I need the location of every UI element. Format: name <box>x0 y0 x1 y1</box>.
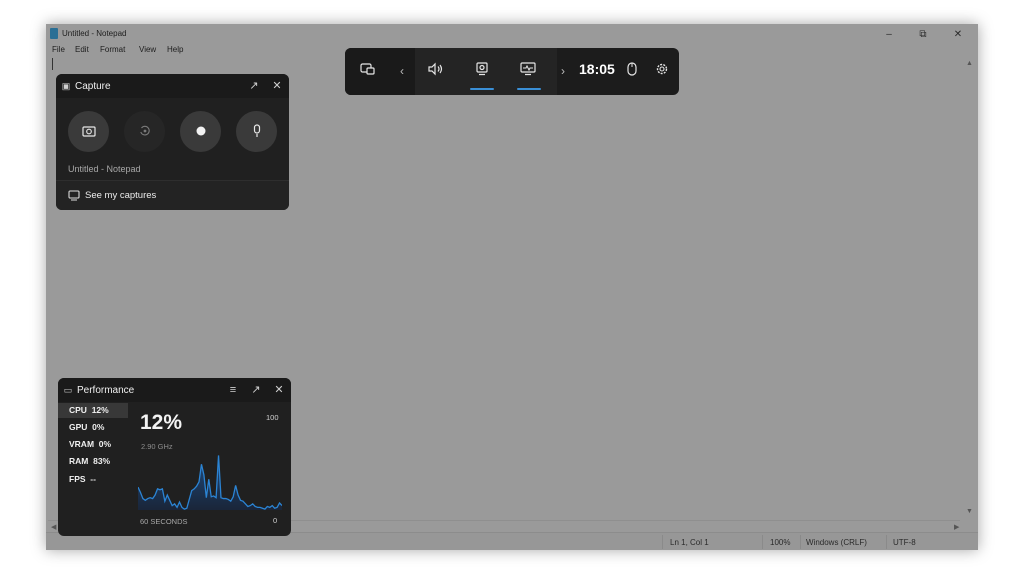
chevron-right-icon[interactable]: › <box>552 62 574 80</box>
menu-edit[interactable]: Edit <box>75 45 89 54</box>
metric-value: -- <box>90 474 96 484</box>
metric-ram[interactable]: RAM 83% <box>58 454 128 469</box>
record-last-30s-button[interactable] <box>124 111 165 152</box>
graph-axis-min: 0 <box>273 516 278 525</box>
line-endings: Windows (CRLF) <box>806 538 867 547</box>
cpu-usage-area <box>138 455 282 510</box>
chevron-left-icon[interactable]: ‹ <box>391 62 413 80</box>
vertical-scrollbar[interactable]: ▲ ▼ <box>962 58 976 520</box>
game-bar-clock: 18:05 <box>579 61 615 77</box>
menu-view[interactable]: View <box>139 45 156 54</box>
cursor-position: Ln 1, Col 1 <box>670 538 709 547</box>
capture-icon[interactable] <box>471 62 493 80</box>
options-icon[interactable]: ≡ <box>226 383 240 397</box>
see-my-captures-label: See my captures <box>85 190 157 201</box>
menu-format[interactable]: Format <box>100 45 125 54</box>
microphone-button[interactable] <box>236 111 277 152</box>
scroll-right-arrow-icon[interactable]: ▶ <box>954 523 959 531</box>
metric-label: RAM <box>69 456 89 466</box>
performance-icon[interactable] <box>517 62 539 80</box>
scroll-left-arrow-icon[interactable]: ◀ <box>51 523 56 531</box>
capture-source-label: Untitled - Notepad <box>68 164 141 174</box>
zoom-level: 100% <box>770 538 791 547</box>
widget-menu-icon[interactable] <box>357 62 379 80</box>
metric-label: GPU <box>69 422 88 432</box>
metric-fps[interactable]: FPS -- <box>58 472 128 487</box>
gallery-icon <box>68 190 80 204</box>
performance-header: ▭ Performance ≡ ↗ ✕ <box>58 378 291 402</box>
scroll-up-arrow-icon[interactable]: ▲ <box>966 60 973 67</box>
see-my-captures-link[interactable]: See my captures <box>56 180 289 210</box>
metric-value: 0% <box>98 439 112 449</box>
metric-value: 83% <box>93 456 111 466</box>
encoding: UTF-8 <box>893 538 916 547</box>
status-divider <box>762 535 763 549</box>
pin-icon[interactable]: ↗ <box>249 383 263 397</box>
capture-title: Capture <box>75 81 111 92</box>
capture-widget-icon: ▣ <box>61 81 71 91</box>
close-button[interactable]: ✕ <box>941 26 975 44</box>
metric-label: CPU <box>69 405 87 415</box>
text-caret <box>52 58 53 70</box>
performance-active-indicator <box>517 88 541 90</box>
metric-value: 0% <box>92 422 105 432</box>
capture-header: ▣ Capture ↗ ✕ <box>56 74 289 98</box>
close-icon[interactable]: ✕ <box>270 79 284 93</box>
graph-axis-max: 100 <box>266 413 279 422</box>
audio-icon[interactable] <box>425 62 447 80</box>
status-divider <box>886 535 887 549</box>
performance-widget-icon: ▭ <box>63 385 73 395</box>
metric-label: VRAM <box>69 439 95 449</box>
metric-cpu[interactable]: CPU 12% <box>58 403 128 418</box>
close-icon[interactable]: ✕ <box>272 383 286 397</box>
cpu-usage-graph <box>138 455 282 510</box>
menu-file[interactable]: File <box>52 45 65 54</box>
mouse-icon[interactable] <box>621 62 643 80</box>
menu-help[interactable]: Help <box>167 45 183 54</box>
capture-widget: ▣ Capture ↗ ✕ Untitled - Notepad See my … <box>56 74 289 210</box>
metric-gpu[interactable]: GPU 0% <box>58 420 128 435</box>
screenshot-button[interactable] <box>68 111 109 152</box>
status-divider <box>662 535 663 549</box>
capture-active-indicator <box>470 88 494 90</box>
performance-title: Performance <box>77 385 135 396</box>
title-bar: Untitled - Notepad – ⧉ ✕ <box>46 24 978 44</box>
metric-vram[interactable]: VRAM 0% <box>58 437 128 452</box>
settings-icon[interactable] <box>651 62 673 80</box>
start-recording-button[interactable] <box>180 111 221 152</box>
performance-widget: ▭ Performance ≡ ↗ ✕ CPU 12% GPU 0% VRAM … <box>58 378 291 536</box>
restore-button[interactable]: ⧉ <box>906 26 940 44</box>
minimize-button[interactable]: – <box>872 26 906 44</box>
game-bar: ‹ › 18:05 <box>345 48 679 95</box>
window-title: Untitled - Notepad <box>62 29 127 38</box>
graph-time-label: 60 SECONDS <box>140 517 188 526</box>
pin-icon[interactable]: ↗ <box>247 79 261 93</box>
notepad-app-icon <box>50 28 58 39</box>
status-divider <box>800 535 801 549</box>
scroll-down-arrow-icon[interactable]: ▼ <box>966 508 973 515</box>
metric-value: 12% <box>91 405 109 415</box>
metric-label: FPS <box>69 474 86 484</box>
